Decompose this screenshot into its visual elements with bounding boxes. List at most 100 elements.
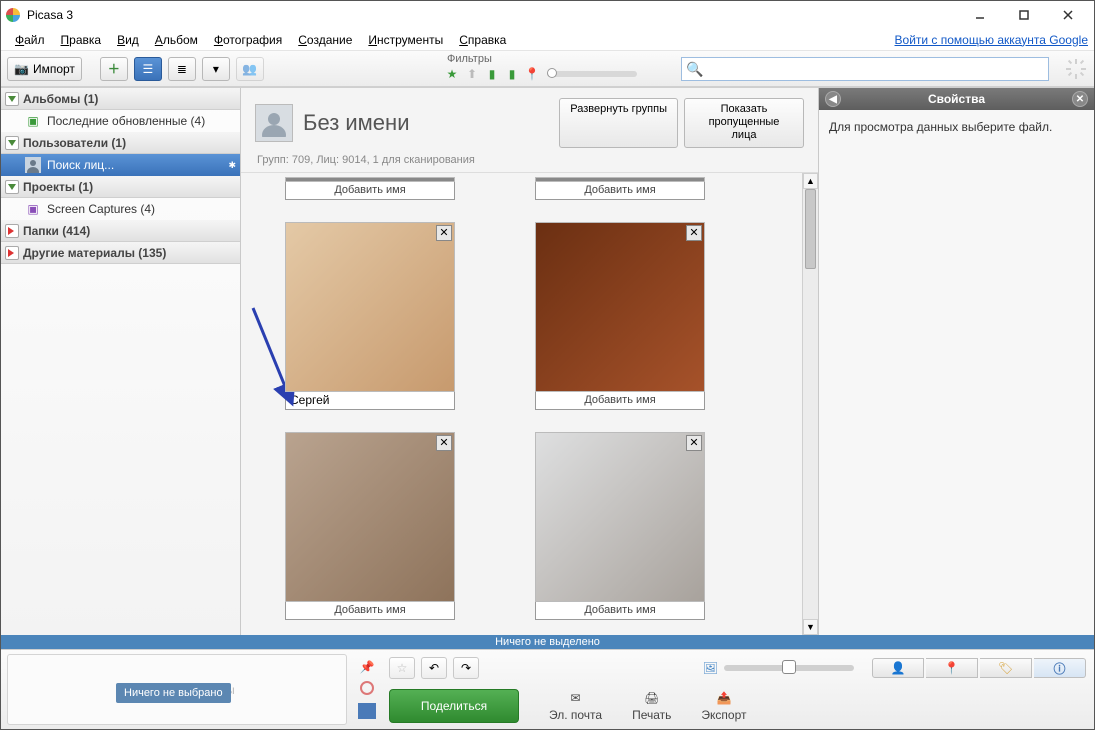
- scroll-thumb[interactable]: [805, 189, 816, 269]
- face-cell: ✕ Добавить имя: [525, 432, 715, 620]
- star-icon: ☆: [397, 661, 408, 675]
- face-thumbnail[interactable]: ✕: [535, 432, 705, 602]
- face-cell: ✕ Добавить имя: [525, 222, 715, 410]
- star-button[interactable]: ☆: [389, 657, 415, 679]
- sidebar-folders-header[interactable]: Папки (414): [1, 220, 240, 242]
- dismiss-face-button[interactable]: ✕: [436, 225, 452, 241]
- add-name-field[interactable]: Добавить имя: [535, 182, 705, 200]
- picasa-logo-icon: [5, 7, 21, 23]
- dismiss-face-button[interactable]: ✕: [436, 435, 452, 451]
- import-label: Импорт: [33, 62, 75, 76]
- menu-photo[interactable]: Фотография: [206, 31, 290, 49]
- face-thumbnail[interactable]: ✕: [285, 222, 455, 392]
- sidebar-item-recent[interactable]: ▣Последние обновленные (4): [1, 110, 240, 132]
- add-name-field[interactable]: Добавить имя: [535, 602, 705, 620]
- star-badge-icon: ✱: [228, 160, 236, 171]
- sidebar-projects-label: Проекты (1): [23, 180, 93, 194]
- album-icon[interactable]: [358, 703, 376, 719]
- add-name-field[interactable]: Добавить имя: [285, 182, 455, 200]
- share-label: Поделиться: [421, 699, 487, 713]
- panel-prev-button[interactable]: ◀: [825, 91, 841, 107]
- person-silhouette-icon: [25, 157, 41, 173]
- view-list-button[interactable]: ≣: [168, 57, 196, 81]
- thumbnail-size-icon: 🖼: [703, 661, 718, 675]
- print-icon: 🖨: [642, 690, 662, 706]
- export-button[interactable]: 📤Экспорт: [701, 690, 746, 722]
- filters-group: Фильтры ★ ⬆ ▮ ▮ 📍: [443, 51, 637, 83]
- close-button[interactable]: [1046, 2, 1090, 28]
- name-input-active[interactable]: [285, 392, 455, 410]
- tray-controls: 📌: [353, 654, 381, 725]
- sidebar-other-label: Другие материалы (135): [23, 246, 166, 260]
- zoom-slider[interactable]: [724, 665, 854, 671]
- filter-star-icon[interactable]: ★: [443, 65, 461, 83]
- minimize-button[interactable]: [958, 2, 1002, 28]
- view-more-button[interactable]: ▾: [202, 57, 230, 81]
- tab-tags-button[interactable]: 🏷: [980, 658, 1032, 678]
- triangle-right-icon: [8, 249, 14, 257]
- properties-title: Свойства: [847, 92, 1066, 106]
- filter-face-icon[interactable]: ▮: [483, 65, 501, 83]
- view-thumb-button[interactable]: ☰: [134, 57, 162, 81]
- filter-upload-icon[interactable]: ⬆: [463, 65, 481, 83]
- face-thumbnail[interactable]: [285, 177, 455, 182]
- sidebar-item-search-faces[interactable]: Поиск лиц... ✱: [1, 154, 240, 176]
- menu-view[interactable]: Вид: [109, 31, 147, 49]
- titlebar: Picasa 3: [1, 1, 1094, 29]
- sidebar-projects-header[interactable]: Проекты (1): [1, 176, 240, 198]
- signin-link[interactable]: Войти с помощью аккаунта Google: [895, 33, 1088, 47]
- camera-purple-icon: ▣: [25, 201, 41, 217]
- name-input[interactable]: [290, 393, 450, 407]
- show-missed-faces-button[interactable]: Показать пропущенные лица: [684, 98, 804, 148]
- print-button[interactable]: 🖨 Печать: [632, 690, 671, 722]
- menu-help[interactable]: Справка: [451, 31, 514, 49]
- vertical-scrollbar[interactable]: ▲ ▼: [802, 173, 818, 635]
- new-album-button[interactable]: ＋: [100, 57, 128, 81]
- filter-movie-icon[interactable]: ▮: [503, 65, 521, 83]
- rotate-right-button[interactable]: ↷: [453, 657, 479, 679]
- sidebar-people-header[interactable]: Пользователи (1): [1, 132, 240, 154]
- list-icon: ≣: [177, 62, 187, 76]
- menu-file[interactable]: Файл: [7, 31, 53, 49]
- email-button[interactable]: ✉Эл. почта: [549, 690, 602, 722]
- tab-people-button[interactable]: 👤: [872, 658, 924, 678]
- record-icon[interactable]: [360, 681, 374, 695]
- pin-icon[interactable]: 📌: [360, 660, 375, 674]
- dismiss-face-button[interactable]: ✕: [686, 435, 702, 451]
- filter-slider[interactable]: [547, 71, 637, 77]
- search-input[interactable]: 🔍: [681, 57, 1049, 81]
- export-icon: 📤: [714, 690, 734, 706]
- sidebar-albums-header[interactable]: Альбомы (1): [1, 88, 240, 110]
- tab-info-button[interactable]: ⓘ: [1034, 658, 1086, 678]
- menu-album[interactable]: Альбом: [147, 31, 206, 49]
- tab-places-button[interactable]: 📍: [926, 658, 978, 678]
- sidebar-item-screen-captures[interactable]: ▣ Screen Captures (4): [1, 198, 240, 220]
- face-thumbnail[interactable]: ✕: [285, 432, 455, 602]
- menu-edit[interactable]: Правка: [53, 31, 110, 49]
- share-mini-button[interactable]: 👥: [236, 57, 264, 81]
- rotate-right-icon: ↷: [461, 661, 471, 675]
- import-icon: 📷: [14, 62, 29, 76]
- sidebar-item-label: Screen Captures (4): [47, 202, 155, 216]
- menu-tools[interactable]: Инструменты: [360, 31, 451, 49]
- expand-groups-button[interactable]: Развернуть группы: [559, 98, 678, 148]
- sidebar-other-header[interactable]: Другие материалы (135): [1, 242, 240, 264]
- share-button[interactable]: Поделиться: [389, 689, 519, 723]
- menu-create[interactable]: Создание: [290, 31, 360, 49]
- maximize-button[interactable]: [1002, 2, 1046, 28]
- import-button[interactable]: 📷 Импорт: [7, 57, 82, 81]
- panel-close-button[interactable]: ✕: [1072, 91, 1088, 107]
- sidebar-people-label: Пользователи (1): [23, 136, 126, 150]
- filter-geo-icon[interactable]: 📍: [523, 65, 541, 83]
- scroll-up-button[interactable]: ▲: [803, 173, 818, 189]
- add-name-field[interactable]: Добавить имя: [535, 392, 705, 410]
- status-bar: Ничего не выделено: [1, 635, 1094, 649]
- bottom-toolbar: енты Ничего не выбрано 📌 ☆ ↶ ↷ 🖼 👤 📍 🏷: [1, 649, 1094, 729]
- face-thumbnail[interactable]: ✕: [535, 222, 705, 392]
- add-name-field[interactable]: Добавить имя: [285, 602, 455, 620]
- tool-label: Печать: [632, 708, 671, 722]
- dismiss-face-button[interactable]: ✕: [686, 225, 702, 241]
- face-thumbnail[interactable]: [535, 177, 705, 182]
- rotate-left-button[interactable]: ↶: [421, 657, 447, 679]
- scroll-down-button[interactable]: ▼: [803, 619, 818, 635]
